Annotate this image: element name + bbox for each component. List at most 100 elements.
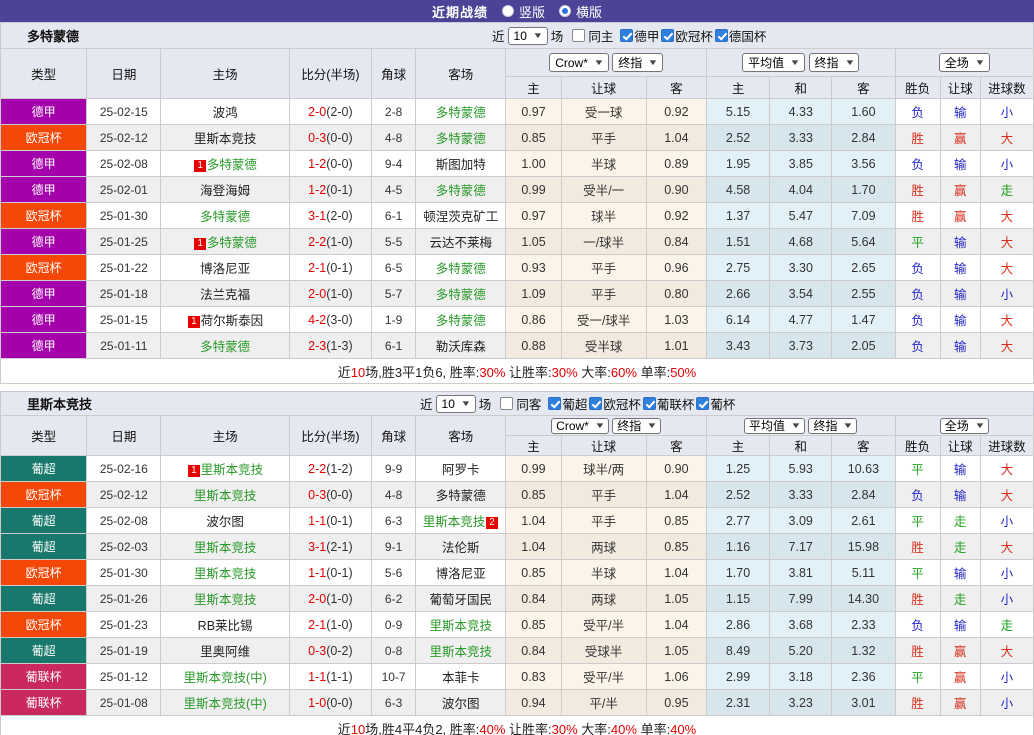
team-link[interactable]: 云达不莱梅 xyxy=(430,236,493,250)
team-link[interactable]: 多特蒙德 xyxy=(207,158,257,172)
team-link[interactable]: 里斯本竞技 xyxy=(194,541,257,555)
team-link[interactable]: 波尔图 xyxy=(442,697,480,711)
team-link[interactable]: 多特蒙德 xyxy=(436,314,486,328)
team-link[interactable]: RB莱比锡 xyxy=(198,619,253,633)
summary-stat-value: 40% xyxy=(670,721,697,735)
home-team-cell: RB莱比锡 xyxy=(160,611,290,638)
team-link[interactable]: 里斯本竞技 xyxy=(430,619,493,633)
league-checkbox[interactable]: 葡超 xyxy=(548,394,587,413)
team-link[interactable]: 博洛尼亚 xyxy=(436,567,486,581)
col-date: 日期 xyxy=(86,48,162,99)
team-link[interactable]: 多特蒙德 xyxy=(436,184,486,198)
checkbox-checked-icon[interactable] xyxy=(548,397,562,410)
league-checkbox[interactable]: 葡杯 xyxy=(696,394,735,413)
league-checkbox[interactable]: 德国杯 xyxy=(714,26,766,45)
avg-home-cell: 2.99 xyxy=(705,663,771,690)
team-link[interactable]: 多特蒙德 xyxy=(200,210,250,224)
layout-radio-horizontal[interactable]: 横版 xyxy=(559,2,602,21)
team-link[interactable]: 博洛尼亚 xyxy=(200,262,250,276)
league-checkbox[interactable]: 欧冠杯 xyxy=(589,394,641,413)
odds-away-cell: 1.04 xyxy=(645,481,707,508)
handicap-cell: 平手 xyxy=(560,481,647,508)
checkbox-checked-icon[interactable] xyxy=(589,397,603,410)
team-link[interactable]: 多特蒙德 xyxy=(207,236,257,250)
league-checkbox[interactable]: 欧冠杯 xyxy=(661,26,713,45)
result-handicap-cell: 输 xyxy=(939,98,981,125)
recent-results-page: 近期战绩 竖版 横版 多特蒙德 近 10 ▼ 场 同主 德甲 欧冠杯 德国杯 类… xyxy=(0,0,1034,735)
checkbox-unchecked-icon[interactable] xyxy=(572,29,586,42)
team-link[interactable]: 海登海姆 xyxy=(200,184,250,198)
layout-radio-vertical[interactable]: 竖版 xyxy=(501,2,545,21)
team-link[interactable]: 里斯本竞技 xyxy=(430,645,493,659)
recent-count-select[interactable]: 10 ▼ xyxy=(435,394,476,413)
checkbox-checked-icon[interactable] xyxy=(696,397,710,410)
team-link[interactable]: 多特蒙德 xyxy=(436,288,486,302)
scope-select[interactable]: 全场 ▼ xyxy=(939,417,989,434)
team-link[interactable]: 波鸿 xyxy=(213,106,238,120)
team-link[interactable]: 多特蒙德 xyxy=(200,340,250,354)
section-sporting: 里斯本竞技 近 10 ▼ 场 同客 葡超 欧冠杯 葡联杯 葡杯 类型 日期 主场… xyxy=(0,391,1034,735)
odds-source-select[interactable]: Crow* ▼ xyxy=(551,417,609,434)
team-link[interactable]: 多特蒙德 xyxy=(436,262,486,276)
radio-checked-icon[interactable] xyxy=(559,5,571,17)
team-link[interactable]: 里斯本竞技 xyxy=(194,567,257,581)
team-link[interactable]: 波尔图 xyxy=(206,515,244,529)
scope-select[interactable]: 全场 ▼ xyxy=(938,53,990,72)
avg-away-cell: 5.11 xyxy=(831,559,896,586)
team-link[interactable]: 多特蒙德 xyxy=(436,132,486,146)
odds-stage-select[interactable]: 终指 ▼ xyxy=(612,53,664,72)
recent-count-select[interactable]: 10 ▼ xyxy=(507,26,548,45)
team-link[interactable]: 葡萄牙国民 xyxy=(430,593,493,607)
team-link[interactable]: 多特蒙德 xyxy=(436,489,486,503)
checkbox-checked-icon[interactable] xyxy=(642,397,656,410)
odds-stage-select[interactable]: 终指 ▼ xyxy=(612,417,662,434)
team-link[interactable]: 顿涅茨克矿工 xyxy=(423,210,498,224)
checkbox-unchecked-icon[interactable] xyxy=(500,397,514,410)
avg-away-cell: 7.09 xyxy=(831,202,896,229)
team-link[interactable]: 多特蒙德 xyxy=(436,106,486,120)
checkbox-checked-icon[interactable] xyxy=(620,29,634,42)
same-venue-checkbox[interactable]: 同客 xyxy=(500,394,541,413)
avg-source-select[interactable]: 平均值 ▼ xyxy=(742,53,806,72)
team-link[interactable]: 阿罗卡 xyxy=(442,463,480,477)
checkbox-checked-icon[interactable] xyxy=(661,29,675,42)
team-link[interactable]: 里斯本竞技 xyxy=(201,463,264,477)
matches-label: 场 xyxy=(550,30,564,44)
team-link[interactable]: 里斯本竞技(中) xyxy=(183,697,266,711)
summary-stat-value: 30% xyxy=(551,721,578,735)
corner-cell: 5-7 xyxy=(371,280,417,307)
team-link[interactable]: 里斯本竞技 xyxy=(194,593,257,607)
league-badge-cell: 德甲 xyxy=(0,98,88,125)
avg-stage-select[interactable]: 终指 ▼ xyxy=(808,417,858,434)
result-handicap-cell: 输 xyxy=(939,611,981,638)
checkbox-checked-icon[interactable] xyxy=(714,29,728,42)
team-link[interactable]: 里奥阿维 xyxy=(200,645,250,659)
avg-home-cell: 1.16 xyxy=(705,533,771,560)
odds-away-cell: 1.04 xyxy=(645,611,707,638)
team-link[interactable]: 本菲卡 xyxy=(442,671,480,685)
team-link[interactable]: 勒沃库森 xyxy=(436,340,486,354)
league-checkbox[interactable]: 葡联杯 xyxy=(642,394,694,413)
radio-unchecked-icon[interactable] xyxy=(501,5,514,17)
team-link[interactable]: 法伦斯 xyxy=(442,541,480,555)
team-link[interactable]: 斯图加特 xyxy=(436,158,486,172)
team-link[interactable]: 里斯本竞技 xyxy=(194,489,257,503)
result-handicap-cell: 输 xyxy=(939,150,981,177)
team-link[interactable]: 里斯本竞技 xyxy=(423,515,486,529)
odds-source-select[interactable]: Crow* ▼ xyxy=(549,53,609,72)
team-link[interactable]: 里斯本竞技 xyxy=(194,132,257,146)
result-wdl-cell: 平 xyxy=(894,663,941,690)
league-checkbox[interactable]: 德甲 xyxy=(620,26,659,45)
team-link[interactable]: 荷尔斯泰因 xyxy=(201,314,264,328)
avg-home-cell: 1.15 xyxy=(705,585,771,612)
date-cell: 25-02-12 xyxy=(86,481,162,508)
corner-cell: 6-5 xyxy=(371,254,417,281)
avg-away-cell: 3.56 xyxy=(831,150,896,177)
same-venue-checkbox[interactable]: 同主 xyxy=(572,26,613,45)
avg-stage-select[interactable]: 终指 ▼ xyxy=(808,53,860,72)
avg-source-select[interactable]: 平均值 ▼ xyxy=(744,417,805,434)
team-link[interactable]: 法兰克福 xyxy=(200,288,250,302)
team-link[interactable]: 里斯本竞技(中) xyxy=(183,671,266,685)
league-badge-cell: 欧冠杯 xyxy=(0,611,88,638)
avg-away-cell: 1.32 xyxy=(831,637,896,664)
